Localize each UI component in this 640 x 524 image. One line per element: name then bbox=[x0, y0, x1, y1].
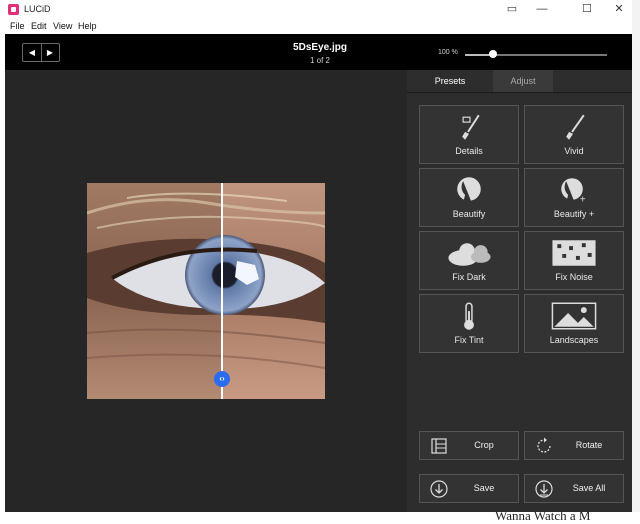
save-icon bbox=[430, 480, 448, 498]
preset-details[interactable]: Details bbox=[419, 105, 519, 164]
tab-adjust[interactable]: Adjust bbox=[493, 70, 553, 92]
preset-label: Fix Noise bbox=[555, 272, 593, 282]
landscape-icon bbox=[551, 302, 597, 330]
close-button[interactable]: ✕ bbox=[604, 0, 634, 19]
preset-beautify-plus[interactable]: + Beautify + bbox=[524, 168, 624, 227]
thermometer-icon bbox=[464, 302, 474, 330]
preset-landscapes[interactable]: Landscapes bbox=[524, 294, 624, 353]
preset-vivid[interactable]: Vivid bbox=[524, 105, 624, 164]
rotate-icon bbox=[537, 437, 551, 453]
split-divider[interactable] bbox=[221, 183, 223, 399]
save-all-label: Save All bbox=[572, 483, 606, 493]
preset-label: Landscapes bbox=[549, 335, 599, 345]
preset-label: Fix Dark bbox=[452, 272, 486, 282]
brush-detail-icon bbox=[462, 114, 480, 140]
crop-icon bbox=[431, 438, 447, 454]
save-all-button[interactable]: Save All bbox=[524, 474, 624, 503]
rotate-button[interactable]: Rotate bbox=[524, 431, 624, 460]
before-after-photo: ‹› bbox=[87, 183, 325, 399]
minimize-button[interactable]: — bbox=[527, 0, 557, 19]
save-label: Save bbox=[473, 483, 495, 493]
eye-photo bbox=[87, 183, 325, 399]
zoom-slider-thumb[interactable] bbox=[489, 50, 498, 58]
presets-panel: Presets Adjust Details Vivid Beautify + … bbox=[407, 70, 632, 512]
window-title: LUCiD bbox=[24, 4, 51, 14]
image-page-count: 1 of 2 bbox=[309, 56, 330, 65]
preset-fix-noise[interactable]: Fix Noise bbox=[524, 231, 624, 290]
image-viewer: ‹› bbox=[5, 70, 407, 512]
preset-label: Beautify + bbox=[553, 209, 595, 219]
split-handle-icon[interactable]: ‹› bbox=[214, 371, 230, 387]
menu-help[interactable]: Help bbox=[78, 21, 97, 31]
noise-icon bbox=[552, 240, 596, 266]
preset-beautify[interactable]: Beautify bbox=[419, 168, 519, 227]
save-all-icon bbox=[535, 480, 553, 498]
preset-fix-dark[interactable]: Fix Dark bbox=[419, 231, 519, 290]
preset-label: Beautify bbox=[452, 209, 486, 219]
menu-edit[interactable]: Edit bbox=[31, 21, 47, 31]
image-filename: 5DsEye.jpg bbox=[293, 42, 347, 53]
preset-fix-tint[interactable]: Fix Tint bbox=[419, 294, 519, 353]
svg-text:+: + bbox=[580, 195, 586, 205]
brush-icon bbox=[566, 114, 585, 140]
crop-button[interactable]: Crop bbox=[419, 431, 519, 460]
face-icon bbox=[457, 177, 481, 203]
menu-bar: File Edit View Help bbox=[0, 19, 632, 34]
tablet-mode-icon[interactable]: ▭ bbox=[497, 0, 527, 19]
preset-label: Fix Tint bbox=[454, 335, 484, 345]
rotate-label: Rotate bbox=[575, 440, 603, 450]
maximize-button[interactable]: ☐ bbox=[572, 0, 602, 19]
tab-presets[interactable]: Presets bbox=[407, 70, 493, 92]
desktop-background bbox=[632, 0, 640, 519]
image-navigation: ◀ ▶ bbox=[22, 43, 60, 62]
previous-image-button[interactable]: ◀ bbox=[23, 44, 42, 61]
image-toolbar: ◀ ▶ 5DsEye.jpg 1 of 2 100 % bbox=[5, 34, 632, 70]
background-page-text: Wanna Watch a M bbox=[495, 508, 591, 523]
cloud-icon bbox=[448, 243, 491, 266]
app-logo-icon bbox=[8, 4, 19, 15]
crop-label: Crop bbox=[474, 440, 494, 450]
face-plus-icon: + bbox=[561, 178, 586, 205]
title-bar: LUCiD ▭ — ☐ ✕ bbox=[0, 0, 632, 19]
preset-label: Vivid bbox=[564, 146, 584, 156]
save-button[interactable]: Save bbox=[419, 474, 519, 503]
zoom-slider[interactable] bbox=[465, 50, 607, 58]
menu-file[interactable]: File bbox=[10, 21, 25, 31]
tab-divider bbox=[407, 92, 632, 93]
preset-label: Details bbox=[455, 146, 483, 156]
menu-view[interactable]: View bbox=[53, 21, 72, 31]
zoom-level: 100 % bbox=[438, 49, 458, 56]
next-image-button[interactable]: ▶ bbox=[41, 44, 59, 61]
